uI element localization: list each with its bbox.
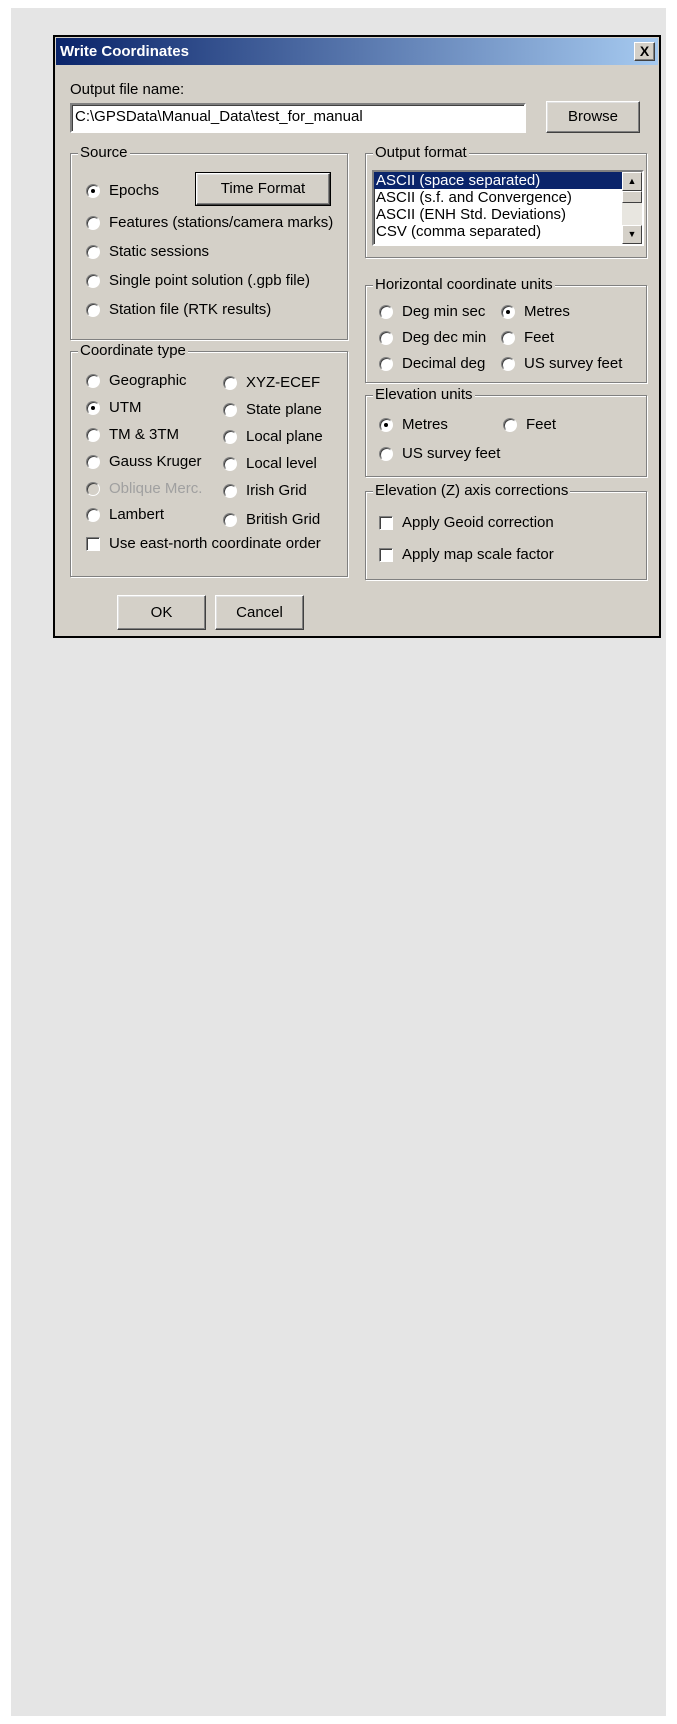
radio-coord-xyz-ecef[interactable] bbox=[223, 376, 237, 390]
output-format-listbox[interactable]: ASCII (space separated) ASCII (s.f. and … bbox=[372, 170, 644, 246]
elevation-units-group: Elevation units Metres Feet US survey fe… bbox=[365, 386, 647, 477]
radio-horiz-deg-min-sec[interactable] bbox=[379, 305, 393, 319]
browse-button[interactable]: Browse bbox=[546, 101, 640, 133]
output-format-option[interactable]: CSV (comma separated) bbox=[374, 223, 642, 240]
coord-irish-grid-label: Irish Grid bbox=[246, 482, 307, 499]
radio-elev-feet[interactable] bbox=[503, 418, 517, 432]
radio-horiz-feet[interactable] bbox=[501, 331, 515, 345]
east-north-order-checkbox[interactable] bbox=[86, 537, 100, 551]
coord-state-plane-label: State plane bbox=[246, 401, 322, 418]
cancel-button[interactable]: Cancel bbox=[215, 595, 304, 630]
radio-coord-lambert[interactable] bbox=[86, 508, 100, 522]
dialog-title: Write Coordinates bbox=[60, 43, 189, 60]
output-format-option[interactable]: ASCII (space separated) bbox=[374, 172, 642, 189]
source-static-sessions-label: Static sessions bbox=[109, 243, 210, 260]
coordinate-type-group-title: Coordinate type bbox=[78, 342, 188, 360]
output-format-option[interactable]: ASCII (s.f. and Convergence) bbox=[374, 189, 642, 206]
horizontal-units-group: Horizontal coordinate units Deg min sec … bbox=[365, 276, 647, 383]
output-format-group: Output format ASCII (space separated) AS… bbox=[365, 144, 647, 258]
elev-metres-label: Metres bbox=[402, 416, 448, 433]
radio-source-epochs[interactable] bbox=[86, 184, 100, 198]
east-north-order-label: Use east-north coordinate order bbox=[109, 535, 321, 552]
radio-horiz-decimal-deg[interactable] bbox=[379, 357, 393, 371]
coord-local-plane-label: Local plane bbox=[246, 428, 323, 445]
write-coordinates-dialog: Write Coordinates X Output file name: C:… bbox=[53, 35, 661, 638]
coord-british-grid-label: British Grid bbox=[246, 511, 321, 528]
radio-source-station-file[interactable] bbox=[86, 303, 100, 317]
radio-coord-geographic[interactable] bbox=[86, 374, 100, 388]
coord-local-level-label: Local level bbox=[246, 455, 317, 472]
horiz-decimal-deg-label: Decimal deg bbox=[402, 355, 486, 372]
scroll-thumb[interactable] bbox=[622, 191, 642, 203]
horiz-us-survey-feet-label: US survey feet bbox=[524, 355, 623, 372]
radio-source-single-point[interactable] bbox=[86, 274, 100, 288]
radio-coord-local-plane[interactable] bbox=[223, 430, 237, 444]
source-single-point-label: Single point solution (.gpb file) bbox=[109, 272, 310, 289]
elevation-units-group-title: Elevation units bbox=[373, 386, 475, 404]
coord-geographic-label: Geographic bbox=[109, 372, 187, 389]
elev-feet-label: Feet bbox=[526, 416, 557, 433]
radio-elev-metres[interactable] bbox=[379, 418, 393, 432]
coordinate-type-group: Coordinate type Geographic XYZ-ECEF UTM … bbox=[70, 342, 348, 577]
ok-button[interactable]: OK bbox=[117, 595, 206, 630]
horiz-metres-label: Metres bbox=[524, 303, 570, 320]
elevation-corrections-group: Elevation (Z) axis corrections Apply Geo… bbox=[365, 482, 647, 580]
radio-coord-gauss-kruger[interactable] bbox=[86, 455, 100, 469]
coord-tm-3tm-label: TM & 3TM bbox=[109, 426, 179, 443]
radio-source-static-sessions[interactable] bbox=[86, 245, 100, 259]
source-group: Source Epochs Time Format Features (stat… bbox=[70, 144, 348, 340]
output-file-input[interactable]: C:\GPSData\Manual_Data\test_for_manual bbox=[70, 103, 526, 133]
horiz-deg-dec-min-label: Deg dec min bbox=[402, 329, 487, 346]
radio-elev-us-survey-feet[interactable] bbox=[379, 447, 393, 461]
close-icon: X bbox=[639, 43, 650, 59]
output-file-value: C:\GPSData\Manual_Data\test_for_manual bbox=[75, 108, 363, 125]
output-format-group-title: Output format bbox=[373, 144, 469, 162]
radio-coord-british-grid[interactable] bbox=[223, 513, 237, 527]
scroll-down-icon[interactable]: ▼ bbox=[622, 225, 642, 244]
radio-horiz-us-survey-feet[interactable] bbox=[501, 357, 515, 371]
radio-coord-local-level[interactable] bbox=[223, 457, 237, 471]
radio-coord-state-plane[interactable] bbox=[223, 403, 237, 417]
apply-geoid-label: Apply Geoid correction bbox=[402, 514, 554, 531]
horiz-deg-min-sec-label: Deg min sec bbox=[402, 303, 486, 320]
radio-coord-irish-grid[interactable] bbox=[223, 484, 237, 498]
source-features-label: Features (stations/camera marks) bbox=[109, 214, 334, 231]
coord-gauss-kruger-label: Gauss Kruger bbox=[109, 453, 202, 470]
dialog-titlebar[interactable]: Write Coordinates X bbox=[56, 38, 658, 65]
coord-xyz-ecef-label: XYZ-ECEF bbox=[246, 374, 321, 391]
radio-horiz-metres[interactable] bbox=[501, 305, 515, 319]
output-format-option[interactable]: ASCII (ENH Std. Deviations) bbox=[374, 206, 642, 223]
radio-coord-tm-3tm[interactable] bbox=[86, 428, 100, 442]
source-group-title: Source bbox=[78, 144, 130, 162]
output-file-label: Output file name: bbox=[70, 81, 185, 98]
apply-geoid-checkbox[interactable] bbox=[379, 516, 393, 530]
radio-source-features[interactable] bbox=[86, 216, 100, 230]
close-button[interactable]: X bbox=[634, 42, 655, 61]
horizontal-units-group-title: Horizontal coordinate units bbox=[373, 276, 555, 294]
horiz-feet-label: Feet bbox=[524, 329, 555, 346]
radio-horiz-deg-dec-min[interactable] bbox=[379, 331, 393, 345]
source-station-file-label: Station file (RTK results) bbox=[109, 301, 272, 318]
apply-scale-factor-label: Apply map scale factor bbox=[402, 546, 554, 563]
coord-oblique-merc-label: Oblique Merc. bbox=[109, 480, 203, 497]
coord-lambert-label: Lambert bbox=[109, 506, 165, 523]
radio-coord-utm[interactable] bbox=[86, 401, 100, 415]
coord-utm-label: UTM bbox=[109, 399, 142, 416]
radio-coord-oblique-merc bbox=[86, 482, 100, 496]
scroll-up-icon[interactable]: ▲ bbox=[622, 172, 642, 191]
output-format-scrollbar[interactable]: ▲ ▼ bbox=[622, 172, 642, 244]
apply-scale-factor-checkbox[interactable] bbox=[379, 548, 393, 562]
elevation-corrections-group-title: Elevation (Z) axis corrections bbox=[373, 482, 571, 500]
source-epochs-label: Epochs bbox=[109, 182, 160, 199]
time-format-button[interactable]: Time Format bbox=[195, 172, 331, 206]
elev-us-survey-feet-label: US survey feet bbox=[402, 445, 501, 462]
